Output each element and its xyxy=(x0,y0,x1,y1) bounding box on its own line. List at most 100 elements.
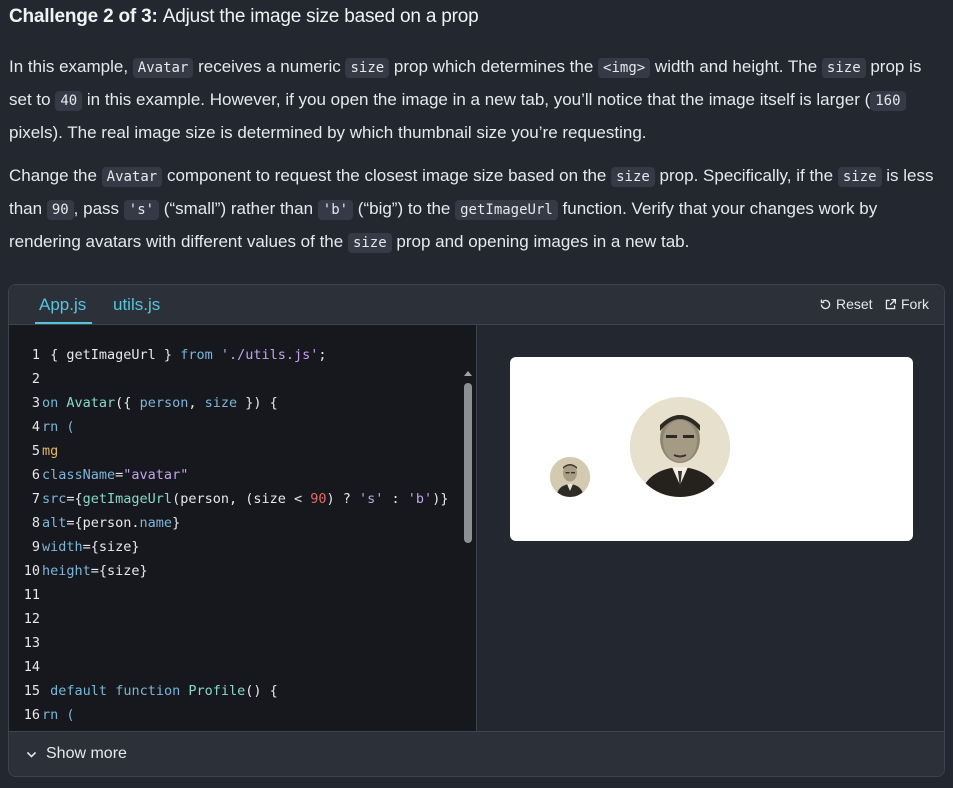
code-token: 's' xyxy=(359,491,384,507)
line-number: 13 xyxy=(23,635,40,651)
tab-label: App.js xyxy=(39,295,87,314)
code-token: rn ( xyxy=(42,419,75,435)
line-number: 12 xyxy=(23,611,40,627)
challenge-heading-number: Challenge 2 of 3: xyxy=(9,6,158,27)
code-token: ) ? xyxy=(326,491,360,507)
code-line: 12 xyxy=(9,607,42,631)
code-token: "avatar" xyxy=(123,467,189,483)
code-token: 'b' xyxy=(407,491,433,507)
line-number: 5 xyxy=(31,443,40,459)
code-token: Profile xyxy=(188,683,246,699)
preview-pane xyxy=(476,325,944,731)
tab-app-js[interactable]: App.js xyxy=(35,285,93,325)
text: Change the xyxy=(9,166,102,185)
code-token: height xyxy=(42,563,91,579)
text: In this example, xyxy=(9,57,133,76)
code-line: 10 height={size} xyxy=(9,559,148,583)
code-token: ; xyxy=(318,347,327,363)
code-token: ={person. xyxy=(66,515,140,531)
reset-icon xyxy=(820,299,831,309)
line-number: 7 xyxy=(31,491,40,507)
show-more-button[interactable]: Show more xyxy=(25,745,127,763)
code-token: size xyxy=(204,395,238,411)
code-line: 7 src={getImageUrl(person, (size < 90) ? … xyxy=(9,487,449,511)
text: prop. Specifically, if the xyxy=(654,166,838,185)
code-token: className xyxy=(42,467,116,483)
reset-label: Reset xyxy=(836,296,873,312)
line-number: 11 xyxy=(23,587,40,603)
person-portrait-icon xyxy=(630,397,730,497)
person-portrait-icon xyxy=(550,457,590,497)
text: (“big”) to the xyxy=(353,199,456,218)
text: pixels). The real image size is determin… xyxy=(9,123,647,142)
text: (“small”) rather than xyxy=(159,199,318,218)
code-token: Avatar xyxy=(66,395,116,411)
code-line: 15 default function Profile() { xyxy=(9,679,278,703)
code-token: , xyxy=(188,395,205,411)
code-token: 90 xyxy=(310,491,327,507)
code-token: from xyxy=(180,347,213,363)
inline-code: 's' xyxy=(123,200,160,220)
code-token: ={ xyxy=(66,491,83,507)
inline-code: 'b' xyxy=(317,200,354,220)
code-editor[interactable]: 1 { getImageUrl } from './utils.js'; 2 3… xyxy=(9,325,476,731)
inline-code: <img> xyxy=(598,58,651,78)
code-token: alt xyxy=(42,515,67,531)
code-token: mg xyxy=(42,443,59,459)
vertical-scrollbar-thumb[interactable] xyxy=(464,383,472,543)
text: prop and opening images in a new tab. xyxy=(391,232,690,251)
text: , pass xyxy=(73,199,124,218)
tab-utils-js[interactable]: utils.js xyxy=(113,285,160,325)
line-number: 14 xyxy=(23,659,40,675)
code-token: './utils.js' xyxy=(220,347,319,363)
code-token: default xyxy=(50,683,108,699)
code-token: )} xyxy=(432,491,449,507)
inline-code: 160 xyxy=(870,91,906,111)
code-token: ={size} xyxy=(90,563,148,579)
code-sandbox: App.js utils.js Reset Fork 1 { getImageU… xyxy=(8,284,945,777)
line-number: 2 xyxy=(31,371,40,387)
line-number: 8 xyxy=(31,515,40,531)
code-line: 9 width={size} xyxy=(9,535,140,559)
external-link-icon xyxy=(885,298,897,309)
inline-code: size xyxy=(611,167,655,187)
sandbox-footer: Show more xyxy=(9,731,944,776)
line-number: 10 xyxy=(23,563,40,579)
line-number: 9 xyxy=(31,539,40,555)
code-token: width xyxy=(42,539,83,555)
inline-code: size xyxy=(347,233,392,253)
text: prop which determines the xyxy=(389,57,599,76)
challenge-description-1: In this example, Avatar receives a numer… xyxy=(9,51,944,148)
code-token: rn ( xyxy=(42,707,75,723)
code-line: 3 on Avatar({ person, size }) { xyxy=(9,391,278,415)
reset-button[interactable]: Reset xyxy=(819,296,873,312)
code-token: src xyxy=(42,491,67,507)
code-token: ={size} xyxy=(82,539,140,555)
line-number: 1 xyxy=(31,347,40,363)
code-line: 6 className="avatar" xyxy=(9,463,188,487)
active-tab-indicator xyxy=(35,322,93,324)
code-line: 13 xyxy=(9,631,42,655)
avatar-image-small[interactable] xyxy=(550,457,590,497)
code-line: 11 xyxy=(9,583,42,607)
challenge-heading: Challenge 2 of 3: Adjust the image size … xyxy=(9,6,479,28)
code-token: getImageUrl xyxy=(82,491,173,507)
code-line: 8 alt={person.name} xyxy=(9,511,180,535)
code-token: function xyxy=(115,683,181,699)
challenge-heading-title: Adjust the image size based on a prop xyxy=(162,6,479,27)
code-token: : xyxy=(383,491,408,507)
code-token: () { xyxy=(245,683,278,699)
fork-button[interactable]: Fork xyxy=(884,296,929,312)
challenge-description-2: Change the Avatar component to request t… xyxy=(9,160,944,259)
line-number: 3 xyxy=(31,395,40,411)
tab-label: utils.js xyxy=(113,295,161,314)
code-line: 1 { getImageUrl } from './utils.js'; xyxy=(9,343,327,367)
code-token: person xyxy=(139,395,189,411)
avatar-image-big[interactable] xyxy=(630,397,730,497)
line-number: 4 xyxy=(31,419,40,435)
code-line: 2 xyxy=(9,367,42,391)
scroll-up-icon[interactable] xyxy=(464,371,472,376)
code-token: } xyxy=(172,515,181,531)
chevron-down-icon xyxy=(26,751,37,758)
